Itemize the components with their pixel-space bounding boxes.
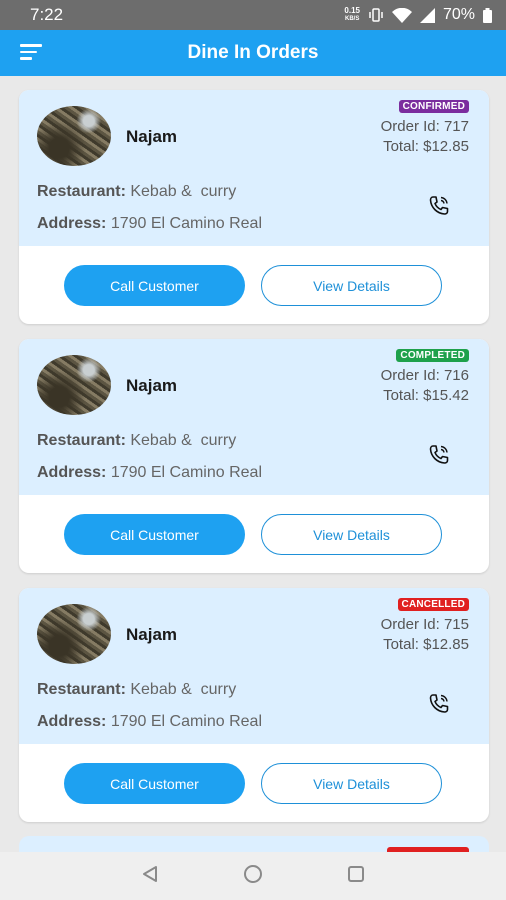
- restaurant-name: Kebab & curry: [130, 183, 237, 200]
- customer-name: Najam: [126, 376, 178, 395]
- network-speed: 0.15 KB/S: [344, 7, 360, 23]
- restaurant-line: Restaurant: Kebab & curry: [37, 432, 236, 450]
- network-speed-value: 0.15: [344, 6, 360, 15]
- restaurant-name: Kebab & curry: [130, 681, 237, 698]
- avatar: [37, 355, 111, 415]
- order-total: Total: $12.85: [383, 138, 469, 155]
- order-card-header: Najam CANCELLED Order Id: 715 Total: $12…: [19, 588, 489, 744]
- avatar: [37, 604, 111, 664]
- system-nav-bar: [0, 852, 506, 900]
- status-badge: CANCELLED: [397, 598, 469, 611]
- restaurant-label: Restaurant:: [37, 183, 126, 200]
- restaurant-label: Restaurant:: [37, 432, 126, 449]
- address-value: 1790 El Camino Real: [110, 464, 263, 481]
- order-id: Order Id: 717: [380, 118, 469, 135]
- phone-call-icon[interactable]: [427, 194, 451, 218]
- address-label: Address:: [37, 713, 107, 730]
- view-details-button[interactable]: View Details: [261, 265, 442, 306]
- address-label: Address:: [37, 215, 107, 232]
- call-customer-button[interactable]: Call Customer: [64, 763, 245, 804]
- order-card: Najam COMPLETED Order Id: 716 Total: $15…: [19, 339, 489, 573]
- order-card: Najam CANCELLED Order Id: 715 Total: $12…: [19, 588, 489, 822]
- order-card-header: Najam CONFIRMED Order Id: 717 Total: $12…: [19, 90, 489, 246]
- vibrate-icon: [369, 8, 383, 22]
- app-bar: Dine In Orders: [0, 30, 506, 76]
- order-card: Najam CONFIRMED Order Id: 717 Total: $12…: [19, 90, 489, 324]
- address-label: Address:: [37, 464, 107, 481]
- status-bar: 7:22 0.15 KB/S 70%: [0, 0, 506, 30]
- home-circle-icon[interactable]: [243, 864, 263, 889]
- status-badge: CONFIRMED: [398, 100, 469, 113]
- customer-name: Najam: [126, 625, 178, 644]
- restaurant-line: Restaurant: Kebab & curry: [37, 183, 236, 201]
- address-line: Address: 1790 El Camino Real: [37, 713, 262, 731]
- status-icons: 0.15 KB/S 70%: [344, 6, 492, 24]
- order-id: Order Id: 715: [380, 616, 469, 633]
- order-total: Total: $15.42: [383, 387, 469, 404]
- order-card-header: Najam COMPLETED Order Id: 716 Total: $15…: [19, 339, 489, 495]
- view-details-button[interactable]: View Details: [261, 763, 442, 804]
- phone-call-icon[interactable]: [427, 692, 451, 716]
- recents-square-icon[interactable]: [347, 865, 365, 888]
- address-line: Address: 1790 El Camino Real: [37, 464, 262, 482]
- wifi-icon: [391, 7, 412, 23]
- order-id: Order Id: 716: [380, 367, 469, 384]
- address-value: 1790 El Camino Real: [110, 713, 263, 730]
- battery-percent: 70%: [442, 6, 475, 23]
- status-time: 7:22: [30, 5, 64, 24]
- status-badge: COMPLETED: [396, 349, 469, 362]
- address-value: 1790 El Camino Real: [110, 215, 263, 232]
- phone-call-icon[interactable]: [427, 443, 451, 467]
- customer-name: Najam: [126, 127, 178, 146]
- back-triangle-icon[interactable]: [141, 865, 159, 888]
- avatar: [37, 106, 111, 166]
- view-details-button[interactable]: View Details: [261, 514, 442, 555]
- call-customer-button[interactable]: Call Customer: [64, 265, 245, 306]
- page-title: Dine In Orders: [187, 42, 319, 63]
- restaurant-line: Restaurant: Kebab & curry: [37, 681, 236, 699]
- signal-icon: [419, 7, 435, 23]
- network-speed-unit: KB/S: [345, 16, 360, 22]
- restaurant-name: Kebab & curry: [130, 432, 237, 449]
- order-total: Total: $12.85: [383, 636, 469, 653]
- hamburger-menu-icon[interactable]: [20, 44, 42, 62]
- restaurant-label: Restaurant:: [37, 681, 126, 698]
- battery-icon: [483, 7, 492, 23]
- call-customer-button[interactable]: Call Customer: [64, 514, 245, 555]
- address-line: Address: 1790 El Camino Real: [37, 215, 262, 233]
